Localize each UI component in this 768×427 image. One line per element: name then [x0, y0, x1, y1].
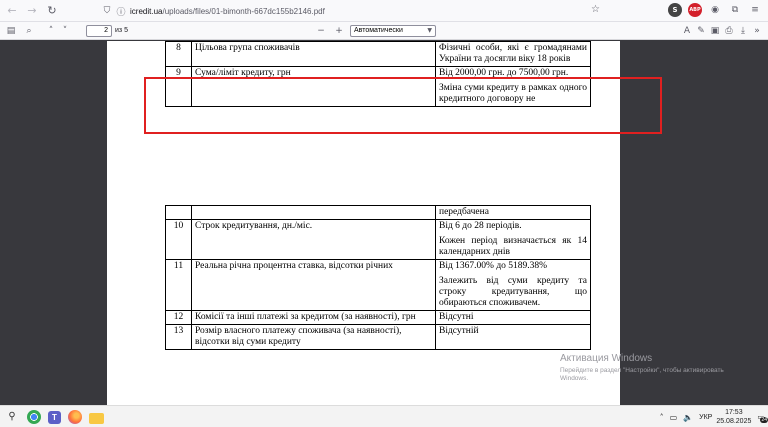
clock-time: 17:53 [725, 409, 743, 416]
zoom-value: Автоматически [353, 26, 403, 34]
print-icon[interactable]: ⎙ [722, 24, 736, 38]
table-row: 8 Цільова група споживачів Фізичні особи, … [165, 41, 591, 67]
language-indicator[interactable]: УКР [699, 414, 712, 421]
row-label: Цільова група споживачів [191, 41, 436, 67]
chrome-icon[interactable] [27, 410, 41, 424]
value-paragraph: Фізичні особи, які є громадянами України… [439, 43, 587, 64]
clock[interactable]: 17:53 25.08.2025 [716, 408, 751, 426]
firefox-account-icon[interactable]: ◉ [708, 3, 722, 17]
watermark-subtitle: Перейдите в раздел "Настройки", чтобы ак… [560, 367, 724, 382]
sidebar-toggle-icon[interactable]: ▤ [4, 24, 18, 38]
file-explorer-icon[interactable] [89, 412, 104, 424]
forward-arrow-icon[interactable]: → [24, 3, 40, 19]
url-path: /uploads/files/01-bimonth-667dc155b2146.… [162, 6, 325, 16]
row-number: 8 [165, 41, 192, 67]
value-paragraph: Від 1367.00% до 5189.38% [439, 261, 548, 271]
windows-activation-watermark: Активация Windows Перейдите в раздел "На… [560, 353, 740, 383]
pdf-toolbar: ▤ ⌕ ˄ ˅ 2 из 5 − + Автоматически ▼ A ✎ ▣… [0, 22, 768, 40]
table-row: 12 Комісії та інші платежі за кредитом (з… [165, 310, 591, 325]
browser-address-bar: ← → ↻ ⛉ ⓘ icredit.ua/uploads/files/01-bi… [0, 0, 768, 22]
value-paragraph: Відсутні [439, 312, 474, 322]
extension-s-icon[interactable]: S [668, 3, 682, 17]
row-value: передбачена [435, 205, 591, 220]
extensions-icon[interactable]: ⧉ [728, 3, 742, 17]
zoom-out-icon[interactable]: − [314, 24, 328, 38]
find-icon[interactable]: ⌕ [22, 24, 36, 38]
table-row: передбачена [165, 205, 591, 220]
notification-count: 24 [760, 417, 768, 423]
reload-icon[interactable]: ↻ [44, 3, 60, 19]
zoom-select[interactable]: Автоматически ▼ [349, 24, 436, 37]
watermark-title: Активация Windows [560, 353, 653, 364]
windows-taskbar: ⚲ T ˄ ▭ 🔈 УКР 17:53 25.08.2025 ▭24 [0, 405, 768, 427]
page-info-icon[interactable]: ⓘ [114, 5, 128, 18]
search-icon[interactable]: ⚲ [4, 409, 20, 425]
chevron-up-icon[interactable]: ˄ [660, 413, 664, 422]
teams-icon[interactable]: T [48, 410, 61, 424]
adblock-icon[interactable]: ABP [688, 3, 702, 17]
text-tool-icon[interactable]: A [680, 24, 694, 38]
row-value: Від 6 до 28 періодів. Кожен період визнач… [435, 219, 591, 260]
shield-icon[interactable]: ⛉ [100, 6, 114, 16]
url-text[interactable]: icredit.ua/uploads/files/01-bimonth-667d… [130, 7, 325, 16]
value-paragraph: передбачена [439, 207, 489, 217]
table-row: 10 Строк кредитування, дн./міс. Від 6 до 2… [165, 219, 591, 260]
network-icon[interactable]: ▭ [670, 413, 678, 422]
highlight-box [144, 77, 662, 134]
value-paragraph: Відсутній [439, 326, 479, 336]
image-tool-icon[interactable]: ▣ [708, 24, 722, 38]
url-host: icredit.ua [130, 6, 163, 16]
row-number: 12 [165, 310, 192, 325]
row-number: 11 [165, 259, 192, 311]
chevron-down-icon: ▼ [427, 26, 432, 34]
volume-icon[interactable]: 🔈 [683, 413, 693, 422]
next-page-icon[interactable]: ˅ [58, 24, 72, 38]
row-number: 13 [165, 324, 192, 350]
row-label [191, 205, 436, 220]
row-value: Відсутні [435, 310, 591, 325]
row-label: Строк кредитування, дн./міс. [191, 219, 436, 260]
value-paragraph: Залежить від суми кредиту та строку кред… [439, 276, 587, 308]
value-paragraph: Кожен період визначається як 14 календар… [439, 236, 587, 257]
row-value: Фізичні особи, які є громадянами України… [435, 41, 591, 67]
row-label: Реальна річна процентна ставка, відсотки… [191, 259, 436, 311]
row-value: Від 1367.00% до 5189.38% Залежить від сум… [435, 259, 591, 311]
notification-icon[interactable]: ▭24 [757, 413, 768, 423]
page-number-input[interactable]: 2 [86, 24, 112, 37]
back-arrow-icon[interactable]: ← [4, 3, 20, 19]
pdf-page-2: передбачена 10 Строк кредитування, дн./міс… [107, 168, 620, 405]
table-row: 13 Розмір власного платежу споживача (за … [165, 324, 591, 350]
value-paragraph: Від 6 до 28 періодів. [439, 221, 522, 231]
firefox-icon[interactable] [68, 410, 82, 424]
zoom-in-icon[interactable]: + [332, 24, 346, 38]
row-number [165, 205, 192, 220]
table-row: 11 Реальна річна процентна ставка, відсот… [165, 259, 591, 311]
conditions-table-page2: передбачена 10 Строк кредитування, дн./міс… [165, 205, 591, 350]
extensions-area: S ABP ◉ ⧉ ≡ [668, 3, 768, 17]
row-label: Комісії та інші платежі за кредитом (за … [191, 310, 436, 325]
more-tools-icon[interactable]: » [750, 24, 764, 38]
url-field[interactable]: ⛉ ⓘ icredit.ua/uploads/files/01-bimonth-… [100, 3, 608, 19]
menu-icon[interactable]: ≡ [748, 3, 762, 17]
pdf-tools-group: A ✎ ▣ ⎙ ⤓ » [680, 24, 764, 38]
page-count: из 5 [115, 27, 128, 34]
row-number: 10 [165, 219, 192, 260]
save-icon[interactable]: ⤓ [736, 24, 750, 38]
clock-date: 25.08.2025 [716, 418, 752, 425]
bookmark-star-icon[interactable]: ☆ [591, 4, 600, 15]
row-value: Відсутній [435, 324, 591, 350]
row-label: Розмір власного платежу споживача (за на… [191, 324, 436, 350]
draw-tool-icon[interactable]: ✎ [694, 24, 708, 38]
previous-page-icon[interactable]: ˄ [44, 24, 58, 38]
